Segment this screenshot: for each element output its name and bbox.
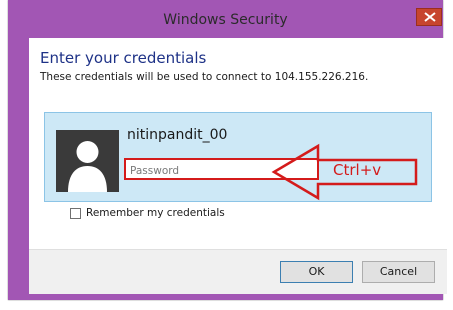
remember-credentials-option[interactable]: Remember my credentials <box>70 207 225 219</box>
window-title: Windows Security <box>163 12 288 28</box>
close-icon <box>424 12 436 22</box>
dialog-heading: Enter your credentials <box>40 49 207 67</box>
dialog-description: These credentials will be used to connec… <box>40 71 369 83</box>
remember-label: Remember my credentials <box>86 207 225 219</box>
close-button[interactable] <box>416 8 442 26</box>
ok-button[interactable]: OK <box>280 261 353 283</box>
dialog-footer: OK Cancel <box>29 249 447 294</box>
remember-checkbox[interactable] <box>70 207 81 219</box>
cancel-button[interactable]: Cancel <box>362 261 435 283</box>
username-label: nitinpandit_00 <box>127 127 228 143</box>
user-avatar-icon <box>56 130 119 192</box>
screenshot-canvas: Windows Security Enter your credentials … <box>0 0 453 310</box>
annotation-label: Ctrl+v <box>333 161 382 179</box>
